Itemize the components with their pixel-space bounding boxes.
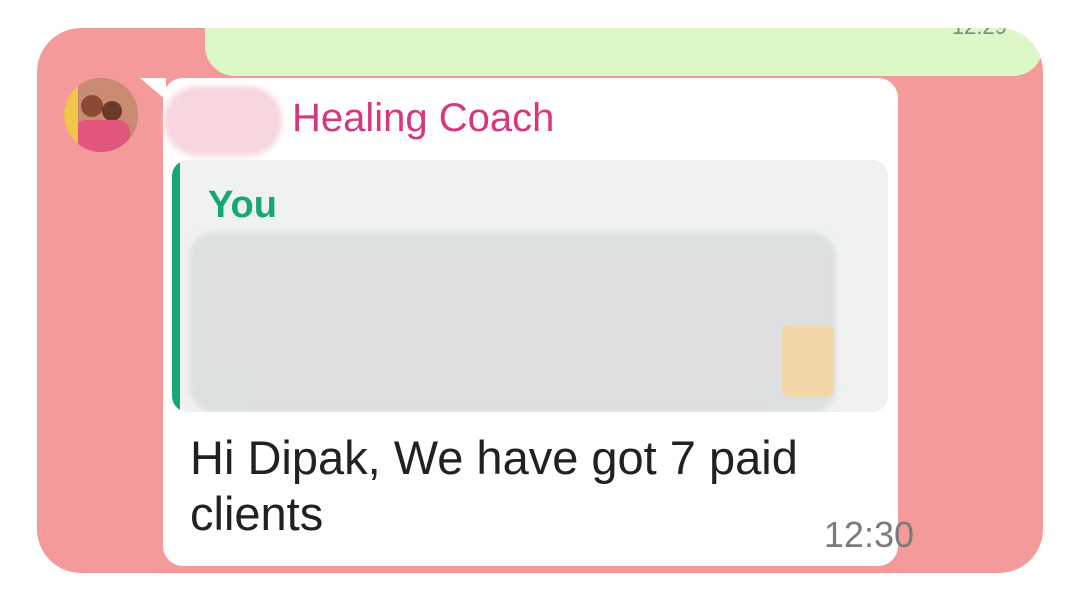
quote-accent-bar bbox=[172, 160, 180, 412]
message-text: Hi Dipak, We have got 7 paid clients bbox=[190, 431, 798, 540]
redacted-sender-prefix bbox=[164, 86, 282, 156]
redacted-quoted-text bbox=[190, 232, 836, 412]
previous-message-time: 12:29 bbox=[952, 28, 1007, 40]
sender-avatar[interactable] bbox=[64, 78, 138, 152]
redacted-emoji bbox=[782, 325, 834, 397]
message-time: 12:30 bbox=[823, 514, 914, 555]
quoted-message[interactable]: You bbox=[172, 160, 888, 412]
previous-message-bubble[interactable]: 12:29 bbox=[205, 28, 1043, 76]
quoted-author: You bbox=[208, 184, 277, 226]
avatar-image bbox=[64, 78, 138, 152]
sender-name[interactable]: Healing Coach bbox=[292, 96, 554, 141]
